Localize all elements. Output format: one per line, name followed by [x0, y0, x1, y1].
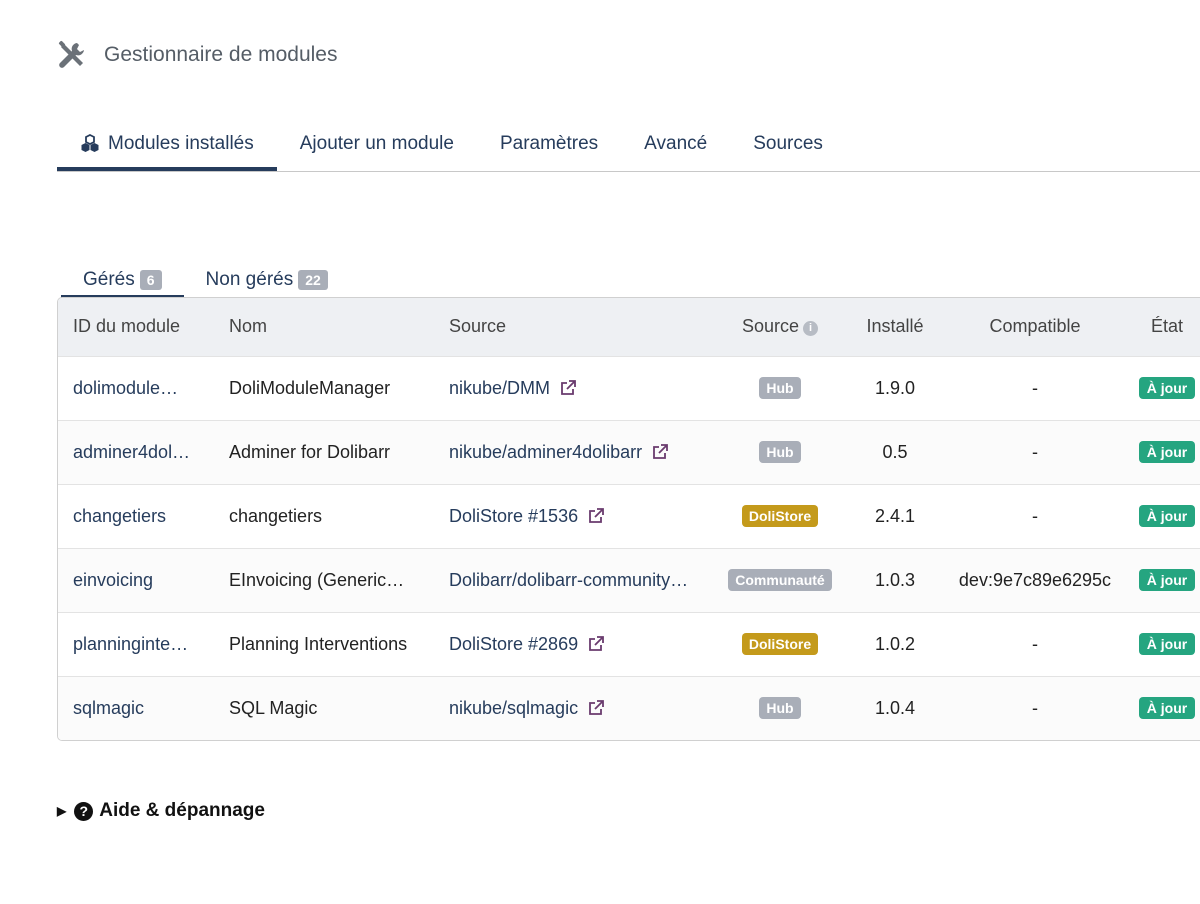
source-link[interactable]: DoliStore #2869 — [449, 634, 604, 654]
source-label: nikube/DMM — [449, 377, 551, 398]
source-badge-dolistore: DoliStore — [741, 505, 819, 527]
col-header-nom[interactable]: Nom — [214, 298, 434, 356]
source-badge-community: Communauté — [728, 569, 832, 591]
module-id-link[interactable]: dolimodule… — [73, 378, 178, 398]
state-badge: À jour — [1138, 377, 1196, 399]
triangle-right-icon: ▶ — [57, 804, 67, 818]
tab-label: Sources — [753, 133, 823, 154]
module-name: Planning Interventions — [229, 633, 408, 654]
module-id-link[interactable]: einvoicing — [73, 570, 153, 590]
compatible-version: - — [1032, 377, 1038, 398]
source-badge-hub: Hub — [759, 441, 801, 463]
tab-parametres[interactable]: Paramètres — [477, 117, 621, 171]
source-label: DoliStore #2869 — [449, 633, 579, 654]
main-tabs: Modules installés Ajouter un module Para… — [57, 117, 1200, 172]
source-link[interactable]: nikube/DMM — [449, 378, 576, 398]
tab-avance[interactable]: Avancé — [621, 117, 730, 171]
count-badge: 6 — [139, 270, 162, 290]
state-badge: À jour — [1138, 505, 1196, 527]
external-link-icon — [589, 699, 604, 715]
col-header-source-type[interactable]: Source i — [724, 298, 836, 356]
installed-version: 1.0.4 — [874, 697, 916, 718]
source-label: DoliStore #1536 — [449, 505, 579, 526]
table-header-row: ID du module Nom Source Source i Installé… — [58, 298, 1200, 356]
table-row: dolimodule… DoliModuleManager nikube/DMM… — [58, 356, 1200, 420]
external-link-icon — [589, 507, 604, 523]
page-header: Gestionnaire de modules — [57, 40, 337, 70]
tools-icon — [58, 40, 84, 68]
module-name: EInvoicing (Generic… — [229, 569, 405, 590]
source-label: nikube/sqlmagic — [449, 697, 579, 718]
source-link[interactable]: nikube/sqlmagic — [449, 698, 604, 718]
state-badge: À jour — [1138, 441, 1196, 463]
subtab-non-geres[interactable]: Non gérés 22 — [184, 262, 350, 298]
compatible-version: - — [1032, 697, 1038, 718]
installed-version: 2.4.1 — [874, 505, 916, 526]
state-badge: À jour — [1138, 633, 1196, 655]
compatible-version: - — [1032, 633, 1038, 654]
col-header-source[interactable]: Source — [434, 298, 724, 356]
table-row: sqlmagic SQL Magic nikube/sqlmagic Hub 1… — [58, 676, 1200, 740]
module-id-link[interactable]: sqlmagic — [73, 698, 144, 718]
page-title: Gestionnaire de modules — [104, 43, 338, 66]
tab-label: Paramètres — [499, 133, 599, 154]
col-header-compatible[interactable]: Compatible — [954, 298, 1116, 356]
source-link[interactable]: nikube/adminer4dolibarr — [449, 441, 669, 462]
module-name: changetiers — [229, 505, 323, 526]
col-header-installe[interactable]: Installé — [836, 298, 954, 356]
subtab-geres[interactable]: Gérés 6 — [61, 262, 184, 298]
table-row: planninginte… Planning Interventions Dol… — [58, 612, 1200, 676]
table-row: adminer4dol… Adminer for Dolibarr nikube… — [58, 420, 1200, 484]
installed-version: 0.5 — [882, 441, 908, 462]
table-row: changetiers changetiers DoliStore #1536 … — [58, 484, 1200, 548]
count-badge: 22 — [298, 270, 328, 290]
col-header-label: Source — [741, 316, 800, 337]
module-name: SQL Magic — [229, 697, 318, 718]
compatible-version: - — [1032, 505, 1038, 526]
subtab-label: Gérés — [83, 269, 135, 290]
module-id-link[interactable]: changetiers — [73, 506, 166, 526]
compatible-version: dev:9e7c89e6295c — [958, 569, 1112, 590]
external-link-icon — [561, 379, 576, 395]
module-name: DoliModuleManager — [229, 377, 391, 398]
compatible-version: - — [1032, 441, 1038, 462]
table-row: einvoicing EInvoicing (Generic… Dolibarr… — [58, 548, 1200, 612]
tab-label: Ajouter un module — [299, 133, 454, 154]
help-toggle[interactable]: ▶ ? Aide & dépannage — [57, 800, 265, 822]
source-badge-dolistore: DoliStore — [741, 633, 819, 655]
tab-label: Avancé — [644, 133, 708, 154]
installed-version: 1.9.0 — [874, 377, 916, 398]
col-header-id[interactable]: ID du module — [58, 298, 214, 356]
source-badge-hub: Hub — [759, 697, 801, 720]
external-link-icon — [589, 635, 604, 651]
source-badge-hub: Hub — [759, 377, 801, 399]
source-link[interactable]: DoliStore #1536 — [449, 506, 604, 526]
cubes-icon — [81, 134, 99, 152]
source-link[interactable]: Dolibarr/dolibarr-community… — [449, 570, 688, 590]
question-circle-icon: ? — [74, 801, 94, 821]
source-label: nikube/adminer4dolibarr — [449, 441, 643, 462]
help-label: Aide & dépannage — [99, 800, 265, 821]
sub-tabs: Gérés 6 Non gérés 22 — [61, 262, 350, 298]
tab-label: Modules installés — [108, 133, 254, 154]
installed-version: 1.0.2 — [874, 633, 916, 654]
installed-version: 1.0.3 — [874, 569, 916, 590]
subtab-label: Non gérés — [205, 269, 294, 290]
module-name: Adminer for Dolibarr — [229, 441, 391, 462]
modules-table: ID du module Nom Source Source i Installé… — [57, 297, 1200, 741]
external-link-icon — [653, 443, 669, 459]
info-icon[interactable]: i — [803, 321, 819, 337]
col-header-etat[interactable]: État — [1116, 298, 1200, 356]
tab-ajouter-module[interactable]: Ajouter un module — [277, 117, 477, 171]
state-badge: À jour — [1138, 697, 1196, 720]
tab-sources[interactable]: Sources — [730, 117, 846, 171]
state-badge: À jour — [1138, 569, 1196, 591]
tab-modules-installes[interactable]: Modules installés — [57, 117, 277, 171]
module-id-link[interactable]: planninginte… — [73, 634, 188, 654]
module-id-link[interactable]: adminer4dol… — [73, 442, 190, 462]
